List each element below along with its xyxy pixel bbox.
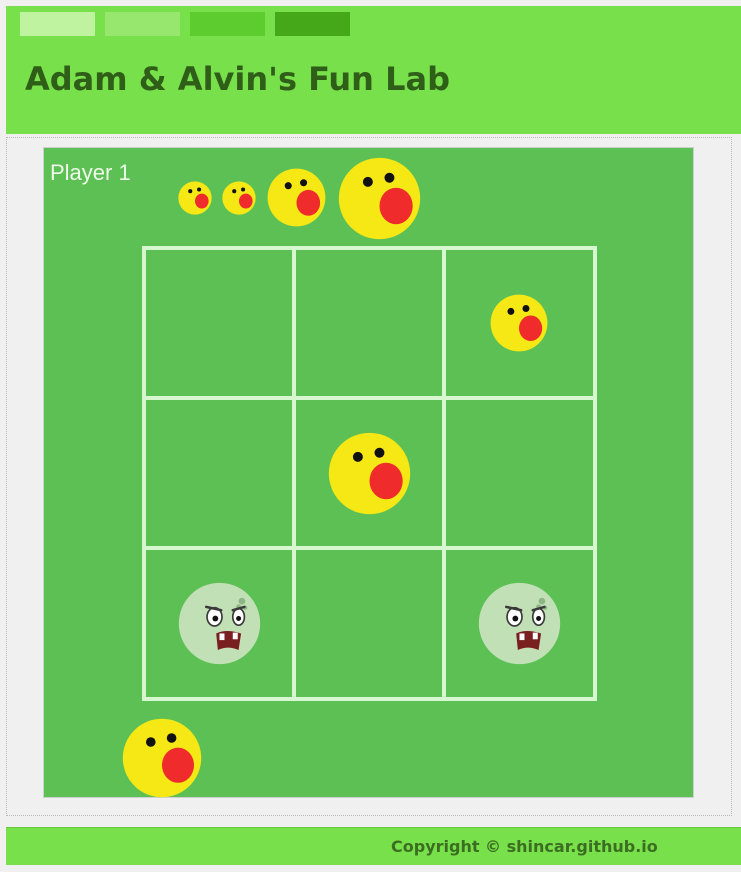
copyright-text: Copyright © shincar.github.io [391,837,658,856]
board-cell-1-0[interactable] [145,399,295,549]
board-cell-2-1[interactable] [295,549,445,699]
board-piece-1-1-yellow-face-icon[interactable] [328,432,411,515]
player1-reserve-small-1-yellow-face-icon[interactable] [178,181,212,215]
board-cell-1-2[interactable] [445,399,595,549]
board-piece-2-0-zombie-face-icon[interactable] [178,582,261,665]
board-piece-0-2-yellow-face-icon[interactable] [490,294,548,352]
player1-reserve-medium-yellow-face-icon[interactable] [267,168,326,227]
site-footer: Copyright © shincar.github.io [6,827,741,865]
player2-reserve-large-yellow-face-icon[interactable] [122,718,202,798]
player1-reserve-small-2-yellow-face-icon[interactable] [222,181,256,215]
board-cell-0-1[interactable] [295,249,445,399]
board-piece-2-2-zombie-face-icon[interactable] [478,582,561,665]
player1-reserve-large-yellow-face-icon[interactable] [338,157,421,240]
board-cell-0-0[interactable] [145,249,295,399]
